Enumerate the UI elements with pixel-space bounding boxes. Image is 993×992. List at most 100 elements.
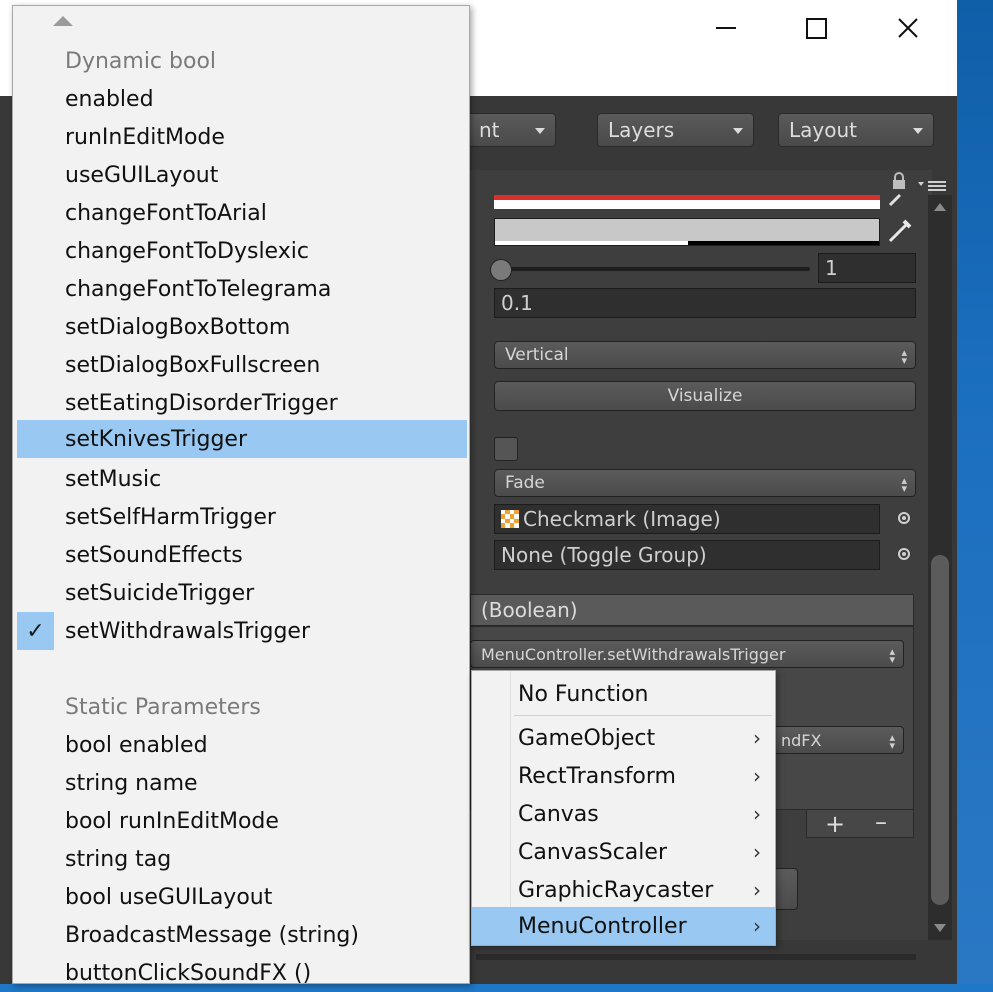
menu-item-setmusic[interactable]: setMusic	[17, 460, 467, 498]
menu-item-setdialogboxbottom[interactable]: setDialogBoxBottom	[17, 308, 467, 346]
event-header-label: (Boolean)	[481, 598, 578, 622]
menu-item-setsoundeffects[interactable]: setSoundEffects	[17, 536, 467, 574]
chevron-right-icon: ›	[753, 802, 761, 826]
fade-duration-field[interactable]: 0.1	[494, 288, 916, 318]
submenu-item-label: GraphicRaycaster	[518, 877, 714, 903]
menu-header-static: Static Parameters	[65, 694, 261, 720]
updown-arrows-icon: ▴ ▾	[901, 474, 907, 495]
chevron-right-icon: ›	[753, 764, 761, 788]
checkmark-icon: ✓	[17, 612, 54, 650]
menu-item-useguilayout[interactable]: useGUILayout	[17, 156, 467, 194]
submenu-separator	[514, 715, 772, 716]
function-dropdown-label: MenuController.setWithdrawalsTrigger	[481, 644, 786, 664]
menu-item-bool-runineditmode[interactable]: bool runInEditMode	[17, 802, 467, 840]
layers-dropdown-label: Layers	[608, 118, 675, 142]
add-icon[interactable]: +	[825, 810, 845, 838]
menu-item-runineditmode[interactable]: runInEditMode	[17, 118, 467, 156]
function-dropdown[interactable]: MenuController.setWithdrawalsTrigger ▴ ▾	[470, 640, 904, 668]
menu-header-dynamic: Dynamic bool	[65, 48, 217, 74]
menu-item-label: setWithdrawalsTrigger	[65, 618, 310, 644]
menu-item-changefonttotelegrama[interactable]: changeFontToTelegrama	[17, 270, 467, 308]
menu-item-string-name[interactable]: string name	[17, 764, 467, 802]
minimize-icon[interactable]	[703, 8, 749, 48]
is-on-checkbox[interactable]	[494, 437, 518, 461]
submenu-item-canvas[interactable]: Canvas ›	[472, 795, 775, 833]
chevron-down-icon	[733, 128, 743, 134]
menu-item-seteatingdisordertrigger[interactable]: setEatingDisorderTrigger	[17, 384, 467, 422]
function-dropdown-2[interactable]: ndFX ▴ ▾	[770, 726, 904, 754]
chevron-right-icon: ›	[753, 878, 761, 902]
layers-dropdown[interactable]: Layers	[597, 113, 754, 147]
menu-item-setdialogboxfullscreen[interactable]: setDialogBoxFullscreen	[17, 346, 467, 384]
scroll-up-arrow-icon[interactable]	[53, 16, 73, 26]
submenu-item-label: No Function	[518, 681, 649, 707]
submenu-item-label: RectTransform	[518, 763, 676, 789]
image-icon	[501, 510, 519, 528]
graphic-object-label: Checkmark (Image)	[523, 507, 721, 531]
submenu-item-menucontroller[interactable]: MenuController ›	[472, 907, 775, 945]
submenu-item-label: CanvasScaler	[518, 839, 667, 865]
color-field-normal[interactable]	[494, 195, 880, 209]
component-submenu: No Function GameObject › RectTransform ›…	[471, 670, 776, 946]
slider-track[interactable]	[498, 267, 810, 271]
menu-item-setwithdrawalstrigger[interactable]: ✓ setWithdrawalsTrigger	[17, 612, 467, 650]
panel-menu-icon[interactable]	[918, 178, 948, 192]
account-dropdown-label: nt	[479, 118, 500, 142]
color-field-highlighted[interactable]	[494, 218, 880, 246]
function-popup-menu: Dynamic bool enabled runInEditMode useGU…	[12, 5, 470, 986]
submenu-item-recttransform[interactable]: RectTransform ›	[472, 757, 775, 795]
add-remove-bar: + –	[806, 808, 914, 838]
remove-icon[interactable]: –	[875, 808, 887, 836]
chevron-right-icon: ›	[753, 914, 761, 938]
group-object-field[interactable]: None (Toggle Group)	[494, 540, 880, 570]
direction-dropdown-label: Vertical	[505, 345, 569, 365]
function-dropdown-2-label: ndFX	[781, 730, 822, 750]
transition-dropdown[interactable]: Fade ▴ ▾	[494, 469, 916, 497]
horizontal-scrollbar[interactable]	[476, 954, 916, 960]
submenu-item-no-function[interactable]: No Function	[472, 675, 775, 713]
menu-item-broadcastmessage[interactable]: BroadcastMessage (string)	[17, 916, 467, 954]
submenu-item-canvasscaler[interactable]: CanvasScaler ›	[472, 833, 775, 871]
menu-item-setselfharmtrigger[interactable]: setSelfHarmTrigger	[17, 498, 467, 536]
submenu-item-label: Canvas	[518, 801, 599, 827]
direction-dropdown[interactable]: Vertical ▴ ▾	[494, 341, 916, 369]
slider-value-field[interactable]: 1	[818, 253, 916, 283]
eyedropper-icon[interactable]	[886, 217, 912, 245]
updown-arrows-icon: ▴ ▾	[889, 645, 895, 666]
object-picker-icon[interactable]	[898, 512, 910, 524]
graphic-object-field[interactable]: Checkmark (Image)	[494, 504, 880, 534]
menu-item-string-tag[interactable]: string tag	[17, 840, 467, 878]
scrollbar-thumb[interactable]	[931, 555, 949, 905]
menu-item-enabled[interactable]: enabled	[17, 80, 467, 118]
menu-item-bool-useguilayout[interactable]: bool useGUILayout	[17, 878, 467, 916]
desktop-background	[957, 0, 993, 984]
scroll-up-icon[interactable]	[934, 203, 946, 211]
menu-item-changefonttoarial[interactable]: changeFontToArial	[17, 194, 467, 232]
close-icon[interactable]	[885, 8, 931, 48]
eyedropper-icon[interactable]	[888, 192, 904, 207]
layout-dropdown-label: Layout	[789, 118, 857, 142]
chevron-right-icon: ›	[753, 726, 761, 750]
object-picker-icon[interactable]	[898, 548, 910, 560]
menu-item-buttonclicksoundfx[interactable]: buttonClickSoundFX ()	[17, 954, 467, 992]
chevron-right-icon: ›	[753, 840, 761, 864]
submenu-item-graphicraycaster[interactable]: GraphicRaycaster ›	[472, 871, 775, 909]
submenu-item-label: MenuController	[518, 913, 687, 939]
menu-item-setsuicidetrigger[interactable]: setSuicideTrigger	[17, 574, 467, 612]
visualize-button[interactable]: Visualize	[494, 381, 916, 411]
slider-handle[interactable]	[490, 259, 512, 281]
chevron-down-icon	[535, 128, 545, 134]
scroll-down-icon[interactable]	[934, 924, 946, 932]
updown-arrows-icon: ▴ ▾	[889, 731, 895, 752]
updown-arrows-icon: ▴ ▾	[901, 346, 907, 367]
transition-dropdown-label: Fade	[505, 473, 545, 493]
submenu-item-gameobject[interactable]: GameObject ›	[472, 719, 775, 757]
menu-item-bool-enabled[interactable]: bool enabled	[17, 726, 467, 764]
lock-icon[interactable]	[892, 172, 906, 190]
chevron-down-icon	[913, 128, 923, 134]
layout-dropdown[interactable]: Layout	[778, 113, 934, 147]
menu-item-changefonttodyslexic[interactable]: changeFontToDyslexic	[17, 232, 467, 270]
submenu-item-label: GameObject	[518, 725, 656, 751]
maximize-icon[interactable]	[793, 8, 839, 48]
menu-item-setknivestrigger[interactable]: setKnivesTrigger	[17, 420, 467, 458]
